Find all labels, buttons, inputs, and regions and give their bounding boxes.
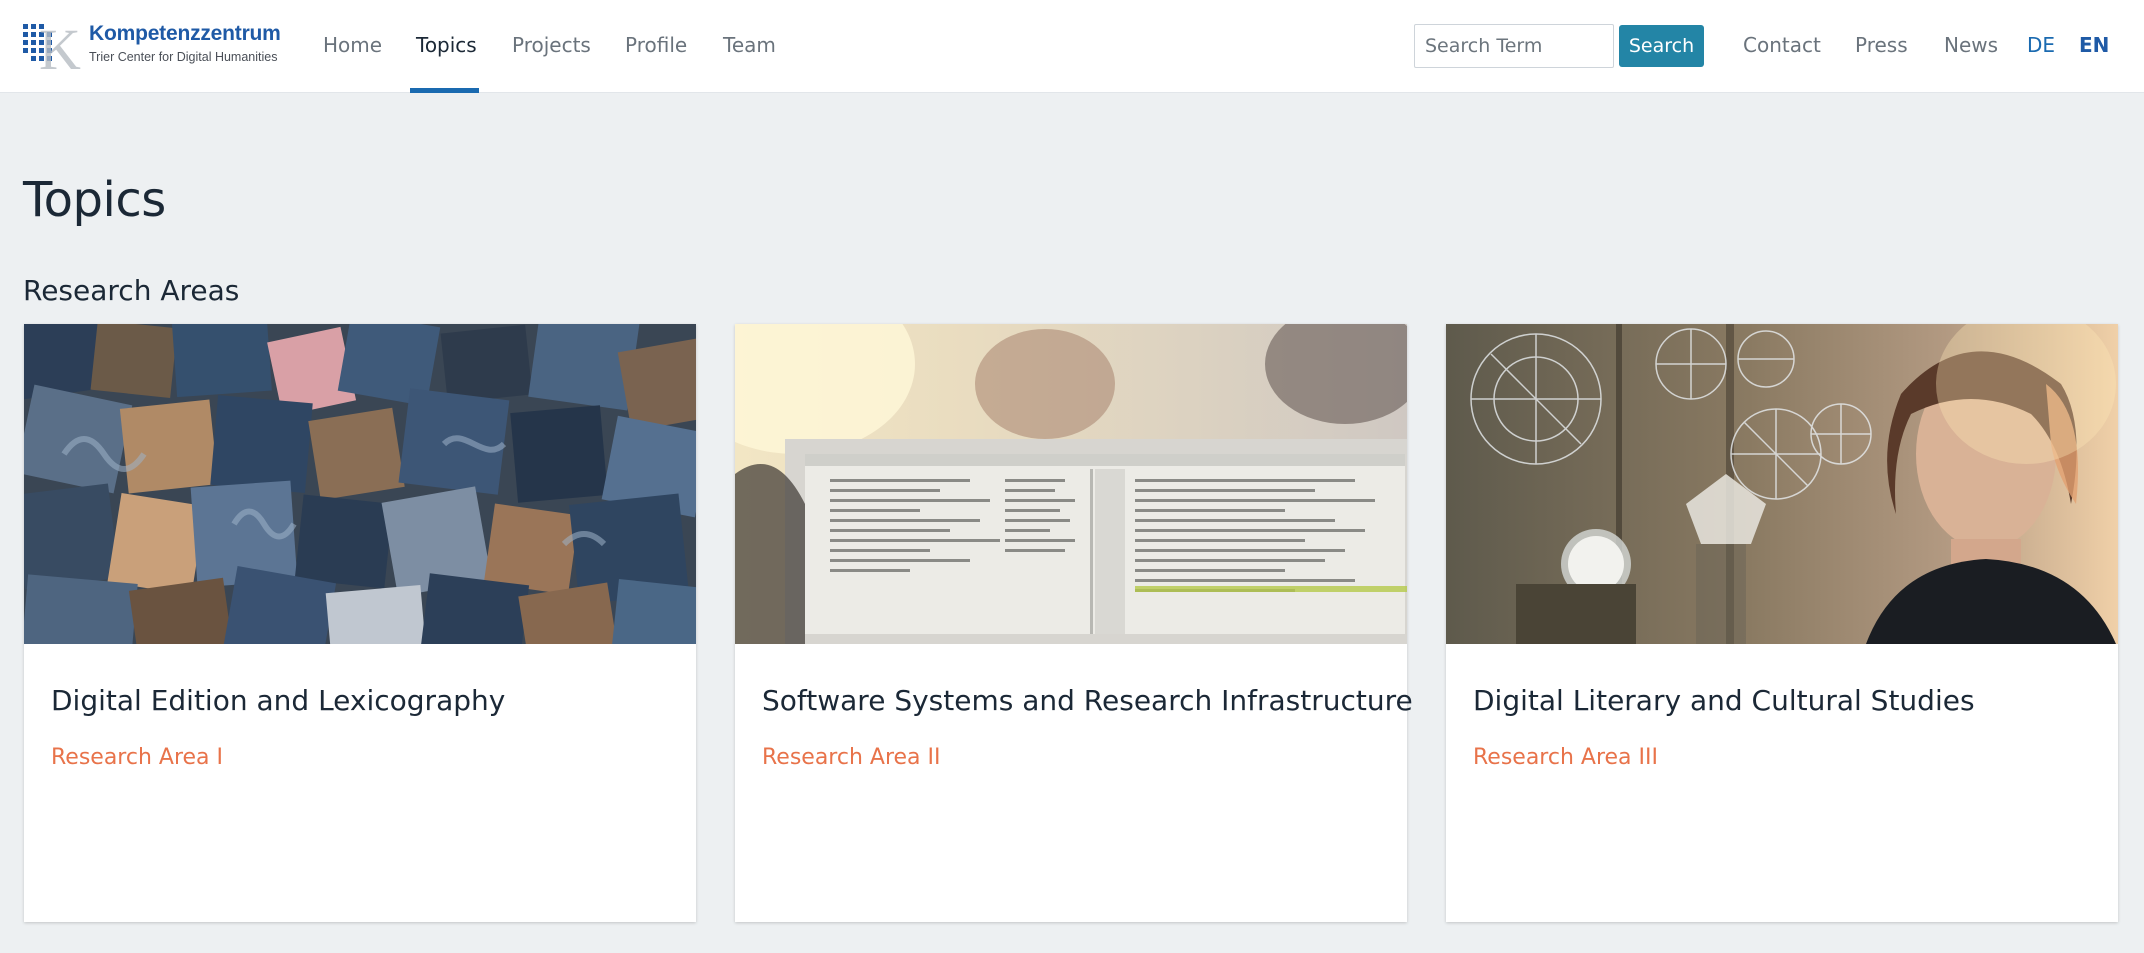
nav-item-topics[interactable]: Topics bbox=[416, 33, 477, 57]
language-en-link[interactable]: EN bbox=[2079, 33, 2109, 57]
card-title[interactable]: Digital Literary and Cultural Studies bbox=[1473, 684, 1975, 717]
nav-item-contact[interactable]: Contact bbox=[1743, 33, 1821, 57]
logo-title: Kompetenzzentrum bbox=[89, 22, 281, 45]
card-subtitle: Research Area II bbox=[762, 745, 941, 770]
card-title[interactable]: Software Systems and Research Infrastruc… bbox=[762, 684, 1413, 717]
nav-item-press[interactable]: Press bbox=[1855, 33, 1908, 57]
logo-mark-icon: K bbox=[23, 20, 81, 72]
card-subtitle: Research Area III bbox=[1473, 745, 1658, 770]
nav-item-projects[interactable]: Projects bbox=[512, 33, 591, 57]
nav-item-home[interactable]: Home bbox=[323, 33, 382, 57]
logo-subtitle: Trier Center for Digital Humanities bbox=[89, 50, 278, 64]
nav-item-team[interactable]: Team bbox=[723, 33, 776, 57]
card-subtitle: Research Area I bbox=[51, 745, 224, 770]
active-nav-indicator bbox=[410, 88, 479, 93]
search-input[interactable] bbox=[1414, 24, 1614, 68]
svg-text:K: K bbox=[39, 20, 81, 72]
card-title[interactable]: Digital Edition and Lexicography bbox=[51, 684, 505, 717]
section-title: Research Areas bbox=[23, 274, 240, 307]
site-header: K Kompetenzzentrum Trier Center for Digi… bbox=[0, 0, 2144, 93]
code-screen-image bbox=[735, 324, 1407, 644]
nav-item-news[interactable]: News bbox=[1944, 33, 1998, 57]
language-de-link[interactable]: DE bbox=[2027, 33, 2055, 57]
page-title: Topics bbox=[23, 172, 166, 228]
research-area-card-3[interactable]: Digital Literary and Cultural Studies Re… bbox=[1446, 324, 2118, 922]
nav-item-profile[interactable]: Profile bbox=[625, 33, 687, 57]
research-area-card-2[interactable]: Software Systems and Research Infrastruc… bbox=[735, 324, 1413, 922]
woman-with-diagrams-image bbox=[1446, 324, 2118, 644]
site-logo[interactable]: K Kompetenzzentrum Trier Center for Digi… bbox=[23, 18, 281, 74]
search-button[interactable]: Search bbox=[1619, 25, 1704, 67]
letterpress-type-image bbox=[24, 324, 696, 644]
research-area-card-1[interactable]: Digital Edition and Lexicography Researc… bbox=[24, 324, 696, 922]
